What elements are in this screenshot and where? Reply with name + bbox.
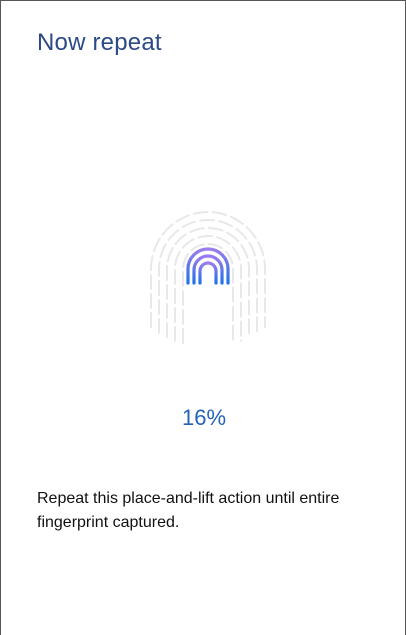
instructions-text: Repeat this place-and-lift action until … — [37, 490, 340, 531]
enrollment-screen: Now repeat 16% Repeat this place-and-lif… — [0, 0, 406, 635]
fingerprint-icon — [150, 211, 266, 344]
fingerprint-sensor-area — [143, 207, 273, 347]
progress-percentage: 16% — [181, 405, 227, 430]
page-title: Now repeat — [37, 29, 162, 56]
